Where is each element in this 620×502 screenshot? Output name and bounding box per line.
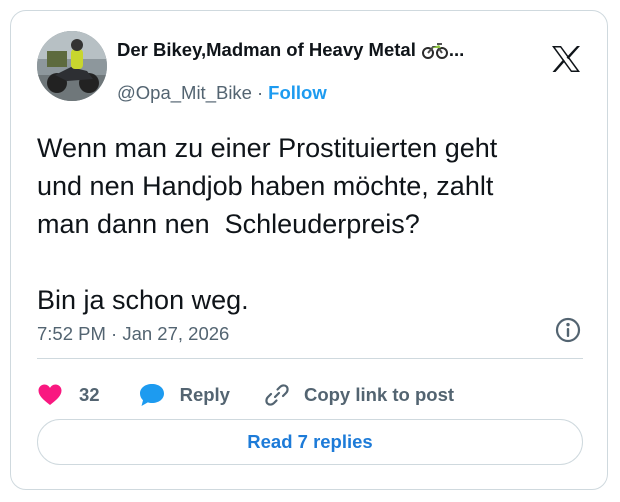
read-replies-button[interactable]: Read 7 replies bbox=[37, 419, 583, 465]
heart-icon bbox=[38, 384, 62, 405]
avatar-image bbox=[37, 31, 107, 101]
x-logo-icon[interactable] bbox=[551, 45, 581, 73]
divider bbox=[37, 358, 583, 359]
tweet-card: Der Bikey,Madman of Heavy Metal ... @Opa… bbox=[10, 10, 608, 490]
tweet-timestamp[interactable]: 7:52 PM · Jan 27, 2026 bbox=[37, 323, 229, 345]
tweet-text: Wenn man zu einer Prostituierten geht un… bbox=[37, 133, 498, 315]
author-name-row[interactable]: Der Bikey,Madman of Heavy Metal ... bbox=[117, 39, 464, 61]
reply-bubble-icon bbox=[139, 384, 164, 406]
reply-button[interactable]: Reply bbox=[138, 382, 230, 408]
like-button[interactable]: 32 bbox=[37, 383, 100, 407]
name-truncation: ... bbox=[448, 39, 465, 60]
author-handle[interactable]: @Opa_Mit_Bike bbox=[117, 82, 252, 104]
reply-label: Reply bbox=[179, 384, 230, 405]
author-avatar[interactable] bbox=[37, 31, 107, 101]
like-count: 32 bbox=[79, 384, 100, 405]
info-icon[interactable] bbox=[554, 316, 582, 344]
author-display-name[interactable]: Der Bikey,Madman of Heavy Metal bbox=[117, 39, 416, 61]
copy-link-label: Copy link to post bbox=[303, 384, 455, 405]
motorcycle-emoji-icon bbox=[421, 41, 448, 59]
handle-separator: · bbox=[256, 82, 264, 103]
tweet-actions: 32 Reply Copy link to post bbox=[37, 375, 454, 415]
follow-button[interactable]: Follow bbox=[268, 82, 327, 104]
link-icon bbox=[265, 384, 289, 406]
copy-link-button[interactable]: Copy link to post bbox=[264, 382, 454, 408]
author-handle-row: @Opa_Mit_Bike · Follow bbox=[117, 82, 327, 104]
